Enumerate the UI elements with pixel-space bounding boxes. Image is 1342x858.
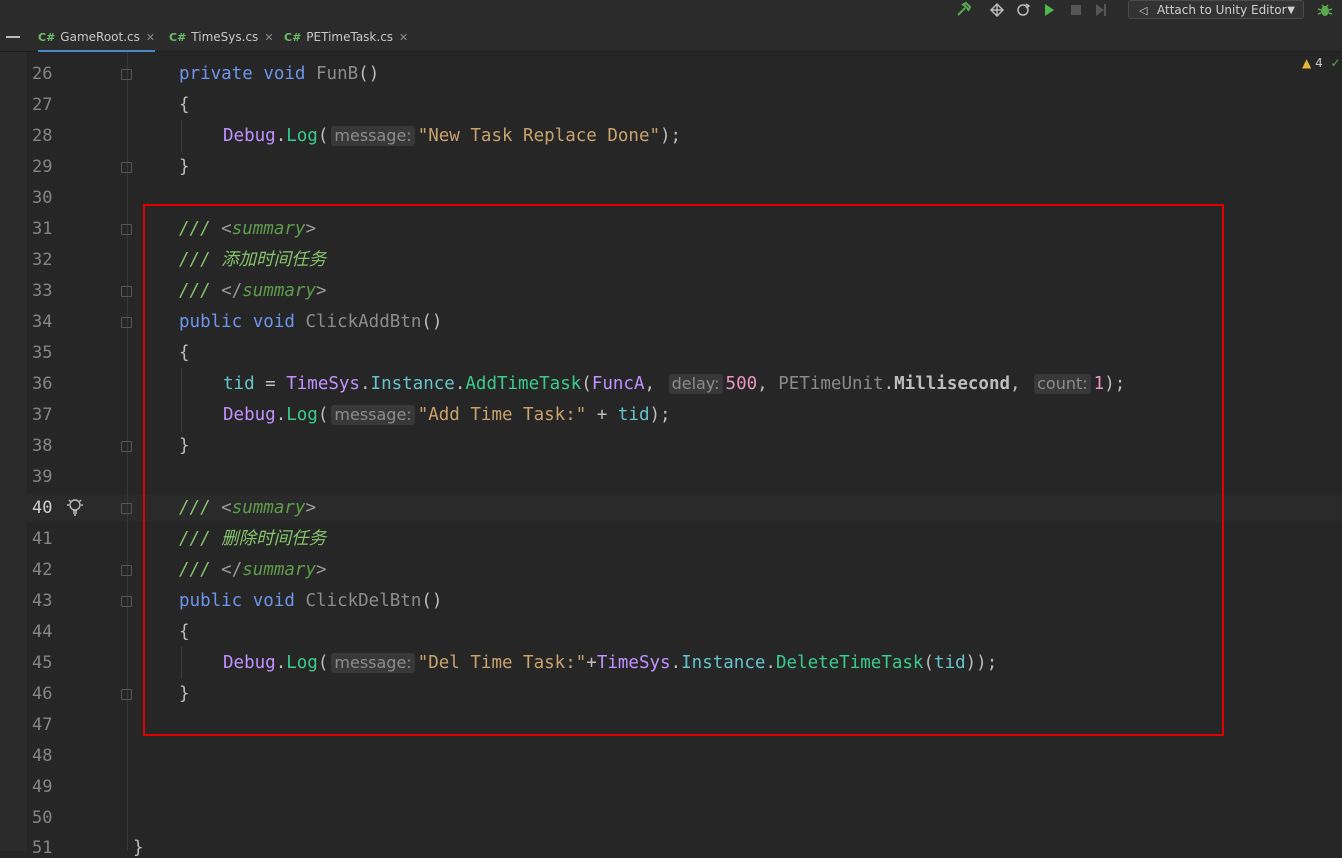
line-number: 38 — [32, 436, 53, 456]
punctuation: ); — [660, 126, 682, 146]
unity-icon[interactable] — [988, 1, 1006, 19]
attach-icon: ◁ — [1139, 4, 1148, 17]
tab-label: PETimeTask.cs — [306, 30, 394, 44]
line-number: 44 — [32, 622, 53, 642]
type-name: Debug — [223, 126, 276, 146]
line-number: 42 — [32, 560, 53, 580]
highlight-annotation-box — [143, 204, 1224, 736]
line-number: 27 — [32, 95, 53, 115]
line-number: 41 — [32, 529, 53, 549]
line-number: 43 — [32, 591, 53, 611]
code-line[interactable]: { — [179, 95, 190, 115]
line-number: 50 — [32, 808, 53, 828]
line-number: 34 — [32, 312, 53, 332]
code-line[interactable]: } — [179, 157, 190, 177]
line-number: 32 — [32, 250, 53, 270]
bug-icon[interactable] — [1316, 1, 1334, 19]
fold-marker[interactable] — [121, 162, 132, 173]
warning-count: 4 — [1315, 56, 1323, 70]
csharp-icon: C# — [169, 31, 187, 44]
stop-icon[interactable] — [1067, 1, 1085, 19]
line-number: 46 — [32, 684, 53, 704]
check-icon: ✓ — [1330, 56, 1341, 70]
line-number: 28 — [32, 126, 53, 146]
close-icon[interactable]: ✕ — [399, 31, 408, 44]
code-line[interactable]: Debug.Log(message: "New Task Replace Done… — [223, 126, 681, 146]
line-number: 33 — [32, 281, 53, 301]
collapse-icon[interactable] — [6, 36, 20, 38]
string-literal: "New Task Replace Done" — [417, 126, 661, 146]
indent-guide — [181, 120, 182, 152]
keyword: private — [179, 64, 253, 84]
fold-marker[interactable] — [121, 565, 132, 576]
fold-marker[interactable] — [121, 286, 132, 297]
top-toolbar: ◁ Attach to Unity Editor ▼ — [0, 0, 1342, 22]
line-number: 29 — [32, 157, 53, 177]
fold-marker[interactable] — [121, 596, 132, 607]
hammer-icon[interactable] — [955, 1, 973, 19]
fold-marker[interactable] — [121, 69, 132, 80]
fold-marker[interactable] — [121, 441, 132, 452]
fold-marker[interactable] — [121, 317, 132, 328]
tab-timesys[interactable]: C# TimeSys.cs ✕ — [169, 22, 274, 50]
punctuation: () — [358, 64, 380, 84]
fold-marker[interactable] — [121, 689, 132, 700]
line-number: 39 — [32, 467, 53, 487]
step-icon[interactable] — [1092, 1, 1110, 19]
chevron-down-icon: ▼ — [1287, 5, 1295, 16]
tab-label: GameRoot.cs — [60, 30, 140, 44]
line-number: 49 — [32, 777, 53, 797]
line-number: 35 — [32, 343, 53, 363]
fold-marker[interactable] — [121, 503, 132, 514]
attach-label: Attach to Unity Editor — [1157, 3, 1287, 17]
tab-gameroot[interactable]: C# GameRoot.cs ✕ — [38, 22, 156, 52]
close-icon[interactable]: ✕ — [146, 31, 155, 44]
line-number: 51 — [32, 838, 53, 858]
line-number: 45 — [32, 653, 53, 673]
left-gutter — [0, 52, 27, 851]
line-number: 26 — [32, 64, 53, 84]
line-number: 47 — [32, 715, 53, 735]
line-number: 48 — [32, 746, 53, 766]
code-line[interactable]: } — [133, 838, 144, 858]
csharp-icon: C# — [38, 31, 56, 44]
inspection-widget[interactable]: ▲ 4 ✓ — [1302, 56, 1341, 70]
close-icon[interactable]: ✕ — [264, 31, 273, 44]
method-call: Log — [286, 126, 318, 146]
play-icon[interactable] — [1040, 1, 1058, 19]
parameter-hint: message: — [331, 126, 415, 146]
line-number: 30 — [32, 188, 53, 208]
line-number: 36 — [32, 374, 53, 394]
code-line[interactable]: private void FunB() — [179, 64, 379, 84]
lightbulb-icon[interactable] — [66, 497, 84, 519]
refresh-icon[interactable] — [1014, 1, 1032, 19]
attach-unity-dropdown[interactable]: ◁ Attach to Unity Editor ▼ — [1128, 0, 1304, 19]
line-number: 37 — [32, 405, 53, 425]
line-number: 31 — [32, 219, 53, 239]
warning-icon: ▲ — [1302, 56, 1312, 70]
editor-tab-bar: C# GameRoot.cs ✕ C# TimeSys.cs ✕ C# PETimeTas… — [0, 22, 1342, 52]
method-name: FunB — [316, 64, 359, 84]
tab-label: TimeSys.cs — [191, 30, 259, 44]
csharp-icon: C# — [284, 31, 302, 44]
fold-marker[interactable] — [121, 224, 132, 235]
tab-petimetask[interactable]: C# PETimeTask.cs ✕ — [284, 22, 408, 50]
keyword: void — [263, 64, 306, 84]
